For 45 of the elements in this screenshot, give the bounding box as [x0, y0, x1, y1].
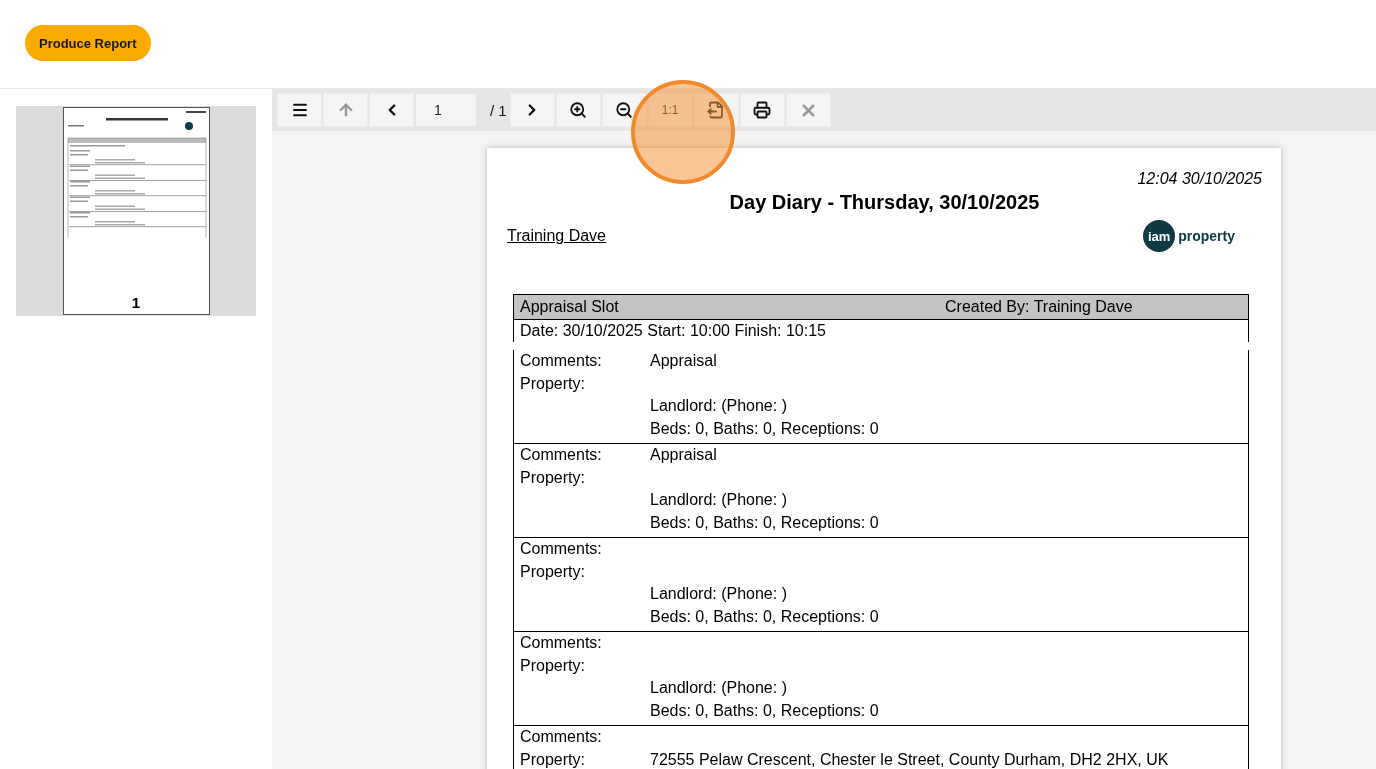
field-label: Property:: [520, 656, 586, 675]
zoom-in-icon: [569, 101, 588, 119]
field-label: Comments:: [520, 540, 603, 559]
field-label: Comments:: [520, 446, 603, 465]
slot-name: Appraisal Slot: [520, 298, 620, 316]
zoom-out-button[interactable]: [601, 93, 647, 127]
field-label: Comments:: [520, 352, 603, 371]
file-export-icon: [707, 101, 726, 119]
actual-size-button[interactable]: 1:1: [647, 93, 693, 127]
field-label: Comments:: [520, 634, 603, 653]
logo-badge: iam: [1143, 220, 1176, 252]
landlord-text: Landlord: (Phone: ): [650, 491, 788, 510]
landlord-text: Landlord: (Phone: ): [650, 679, 788, 698]
field-label: Property:: [520, 750, 586, 769]
comments-text: Appraisal: [650, 352, 718, 371]
report-timestamp: 12:04 30/10/2025: [1136, 170, 1262, 188]
logo-wordmark: property: [1178, 228, 1235, 244]
landlord-text: Landlord: (Phone: ): [650, 585, 788, 604]
thumbnail-page-number: 1: [131, 294, 141, 311]
field-label: Property:: [520, 468, 586, 487]
field-label: Comments:: [520, 728, 603, 747]
print-button[interactable]: [739, 93, 785, 127]
page-thumbnail[interactable]: 1: [62, 107, 210, 315]
landlord-text: Landlord: (Phone: ): [650, 397, 788, 416]
page-count: / 1: [489, 101, 508, 119]
produce-report-button[interactable]: Produce Report: [25, 25, 151, 61]
report-title: Day Diary - Thursday, 30/10/2025: [728, 191, 1041, 214]
printer-icon: [753, 101, 772, 119]
menu-icon: [290, 101, 309, 119]
zoom-out-icon: [615, 101, 634, 119]
export-button[interactable]: [693, 93, 739, 127]
slot-times: Date: 30/10/2025 Start: 10:00 Finish: 10:15: [513, 320, 1249, 342]
zoom-in-button[interactable]: [555, 93, 601, 127]
report-user-name: Training Dave: [507, 227, 606, 245]
property-address: 72555 Pelaw Crescent, Chester le Street, County Durham, DH2 2HX, UK: [650, 750, 1170, 769]
slot-created-by: Created By: Training Dave: [945, 298, 1133, 316]
page-number-field[interactable]: 1: [415, 93, 477, 127]
field-label: Property:: [520, 374, 586, 393]
field-label: Property:: [520, 562, 586, 581]
rooms-text: Beds: 0, Baths: 0, Receptions: 0: [650, 701, 880, 720]
rooms-text: Beds: 0, Baths: 0, Receptions: 0: [650, 513, 880, 532]
rooms-text: Beds: 0, Baths: 0, Receptions: 0: [650, 607, 880, 626]
rooms-text: Beds: 0, Baths: 0, Receptions: 0: [650, 419, 880, 438]
comments-text: Appraisal: [650, 446, 718, 465]
menu-button[interactable]: [277, 93, 322, 127]
